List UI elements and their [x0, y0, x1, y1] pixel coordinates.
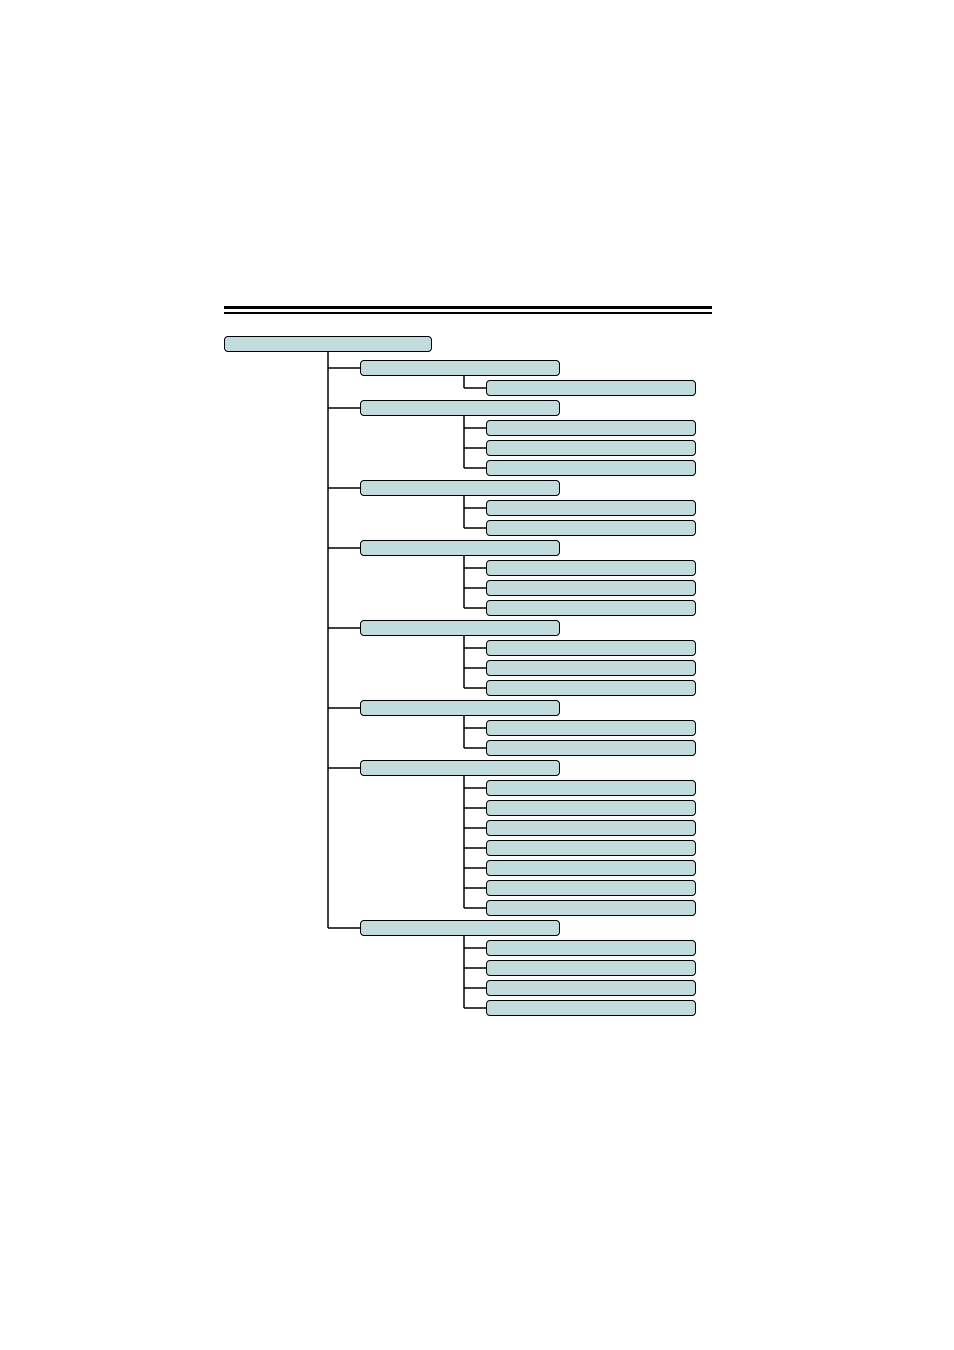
tree-leaf-1-1 — [486, 440, 696, 456]
tree-leaf-7-2 — [486, 980, 696, 996]
tree-leaf-2-1 — [486, 520, 696, 536]
tree-leaf-6-0 — [486, 780, 696, 796]
tree-leaf-6-2 — [486, 820, 696, 836]
tree-leaf-0-0 — [486, 380, 696, 396]
tree-leaf-3-0 — [486, 560, 696, 576]
tree-branch-1 — [360, 400, 560, 416]
tree-leaf-4-1 — [486, 660, 696, 676]
tree-leaf-3-1 — [486, 580, 696, 596]
tree-leaf-7-0 — [486, 940, 696, 956]
tree-leaf-7-1 — [486, 960, 696, 976]
tree-connectors — [0, 0, 954, 1350]
tree-leaf-7-3 — [486, 1000, 696, 1016]
tree-branch-5 — [360, 700, 560, 716]
tree-leaf-6-5 — [486, 880, 696, 896]
tree-leaf-6-3 — [486, 840, 696, 856]
tree-leaf-1-2 — [486, 460, 696, 476]
tree-leaf-2-0 — [486, 500, 696, 516]
tree-branch-3 — [360, 540, 560, 556]
tree-branch-4 — [360, 620, 560, 636]
tree-branch-7 — [360, 920, 560, 936]
tree-leaf-5-0 — [486, 720, 696, 736]
tree-leaf-6-1 — [486, 800, 696, 816]
tree-leaf-6-4 — [486, 860, 696, 876]
tree-root — [224, 336, 432, 352]
tree-leaf-4-2 — [486, 680, 696, 696]
tree-leaf-5-1 — [486, 740, 696, 756]
tree-branch-6 — [360, 760, 560, 776]
tree-leaf-4-0 — [486, 640, 696, 656]
tree-branch-2 — [360, 480, 560, 496]
tree-leaf-6-6 — [486, 900, 696, 916]
tree-leaf-3-2 — [486, 600, 696, 616]
tree-branch-0 — [360, 360, 560, 376]
tree-leaf-1-0 — [486, 420, 696, 436]
